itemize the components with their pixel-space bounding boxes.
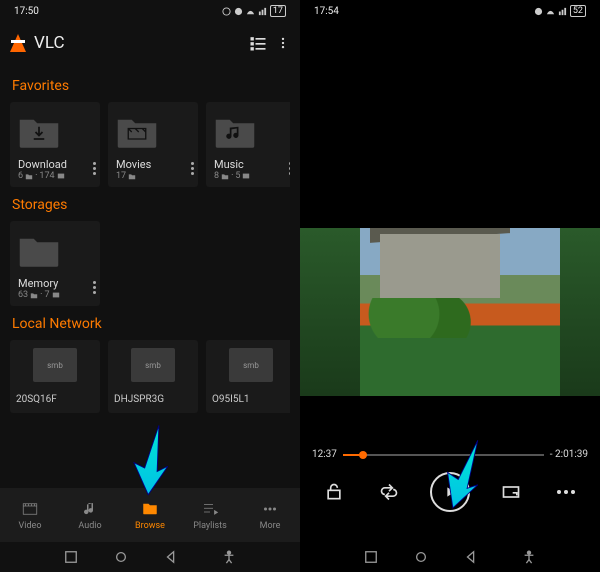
section-favorites-title: Favorites — [12, 78, 288, 94]
home-icon[interactable] — [114, 550, 128, 564]
app-title: VLC — [34, 33, 240, 53]
back-icon[interactable] — [464, 550, 478, 564]
clock: 17:50 — [14, 6, 39, 17]
smb-card[interactable]: smb O95I5L1 — [206, 340, 290, 413]
browse-content: Favorites Download 6 · 174 — [0, 64, 300, 488]
nav-playlists[interactable]: Playlists — [180, 488, 240, 542]
localnet-row[interactable]: smb 20SQ16F smb DHJSPR3G smb O95I5L1 — [10, 340, 290, 413]
smb-icon: smb — [131, 348, 175, 382]
nav-more[interactable]: More — [240, 488, 300, 542]
video-icon — [21, 500, 39, 518]
accessibility-icon[interactable] — [522, 550, 536, 564]
recents-icon[interactable] — [64, 550, 78, 564]
remaining-time: - 2:01:39 — [550, 449, 588, 460]
vlc-browse-screen: 17:50 17 VLC Favorites — [0, 0, 300, 572]
folder-card-memory[interactable]: Memory 63 · 7 — [10, 221, 100, 306]
card-overflow-icon[interactable] — [93, 162, 96, 175]
current-time: 12:37 — [312, 449, 337, 460]
more-icon — [261, 500, 279, 518]
status-icons: 17 — [222, 5, 286, 17]
status-icons: 52 — [534, 5, 586, 17]
smb-icon: smb — [229, 348, 273, 382]
battery-pct: 17 — [270, 5, 286, 17]
aspect-icon — [501, 482, 521, 502]
smb-icon: smb — [33, 348, 77, 382]
folder-card-movies[interactable]: Movies 17 — [108, 102, 198, 187]
recents-icon[interactable] — [364, 550, 378, 564]
status-bar: 17:54 52 — [300, 0, 600, 22]
nav-video[interactable]: Video — [0, 488, 60, 542]
smb-card[interactable]: smb DHJSPR3G — [108, 340, 198, 413]
folder-movies-icon — [116, 114, 158, 150]
folder-card-download[interactable]: Download 6 · 174 — [10, 102, 100, 187]
aspect-button[interactable] — [496, 477, 526, 507]
seek-knob[interactable] — [359, 451, 367, 459]
seek-bar[interactable]: 12:37 - 2:01:39 — [300, 449, 600, 460]
player-controls-bar: 12:37 - 2:01:39 — [300, 449, 600, 512]
battery-pct: 52 — [570, 5, 586, 17]
favorites-row[interactable]: Download 6 · 174 Movies 17 — [10, 102, 290, 187]
status-bar: 17:50 17 — [0, 0, 300, 22]
back-icon[interactable] — [164, 550, 178, 564]
smb-card[interactable]: smb 20SQ16F — [10, 340, 100, 413]
folder-download-icon — [18, 114, 60, 150]
advanced-button[interactable] — [551, 477, 581, 507]
nav-audio[interactable]: Audio — [60, 488, 120, 542]
lock-button[interactable] — [319, 477, 349, 507]
folder-music-icon — [214, 114, 256, 150]
dots-icon — [557, 490, 575, 494]
lock-icon — [324, 482, 344, 502]
video-frame — [300, 228, 600, 396]
overflow-icon[interactable] — [276, 33, 290, 53]
bottom-nav: Video Audio Browse Playlists More — [0, 488, 300, 542]
playlist-icon — [201, 500, 219, 518]
folder-icon — [141, 500, 159, 518]
folder-icon — [18, 233, 60, 269]
card-overflow-icon[interactable] — [191, 162, 194, 175]
repeat-icon — [379, 482, 399, 502]
clock: 17:54 — [314, 6, 339, 17]
home-icon[interactable] — [414, 550, 428, 564]
card-overflow-icon[interactable] — [93, 281, 96, 294]
play-button[interactable] — [430, 472, 470, 512]
audio-icon — [81, 500, 99, 518]
view-list-icon[interactable] — [248, 33, 268, 53]
system-nav — [0, 542, 300, 572]
app-bar: VLC — [0, 22, 300, 64]
repeat-button[interactable] — [374, 477, 404, 507]
card-overflow-icon[interactable] — [289, 162, 290, 175]
nav-browse[interactable]: Browse — [120, 488, 180, 542]
vlc-icon — [10, 34, 26, 52]
vlc-player-screen: 17:54 52 12:37 - 2:01:39 — [300, 0, 600, 572]
storages-row[interactable]: Memory 63 · 7 — [10, 221, 290, 306]
section-storages-title: Storages — [12, 197, 288, 213]
accessibility-icon[interactable] — [222, 550, 236, 564]
video-surface[interactable]: 12:37 - 2:01:39 — [300, 22, 600, 542]
folder-card-music[interactable]: Music 8 · 5 — [206, 102, 290, 187]
section-localnet-title: Local Network — [12, 316, 288, 332]
system-nav — [300, 542, 600, 572]
play-icon — [442, 484, 458, 500]
seek-track[interactable] — [343, 454, 544, 456]
